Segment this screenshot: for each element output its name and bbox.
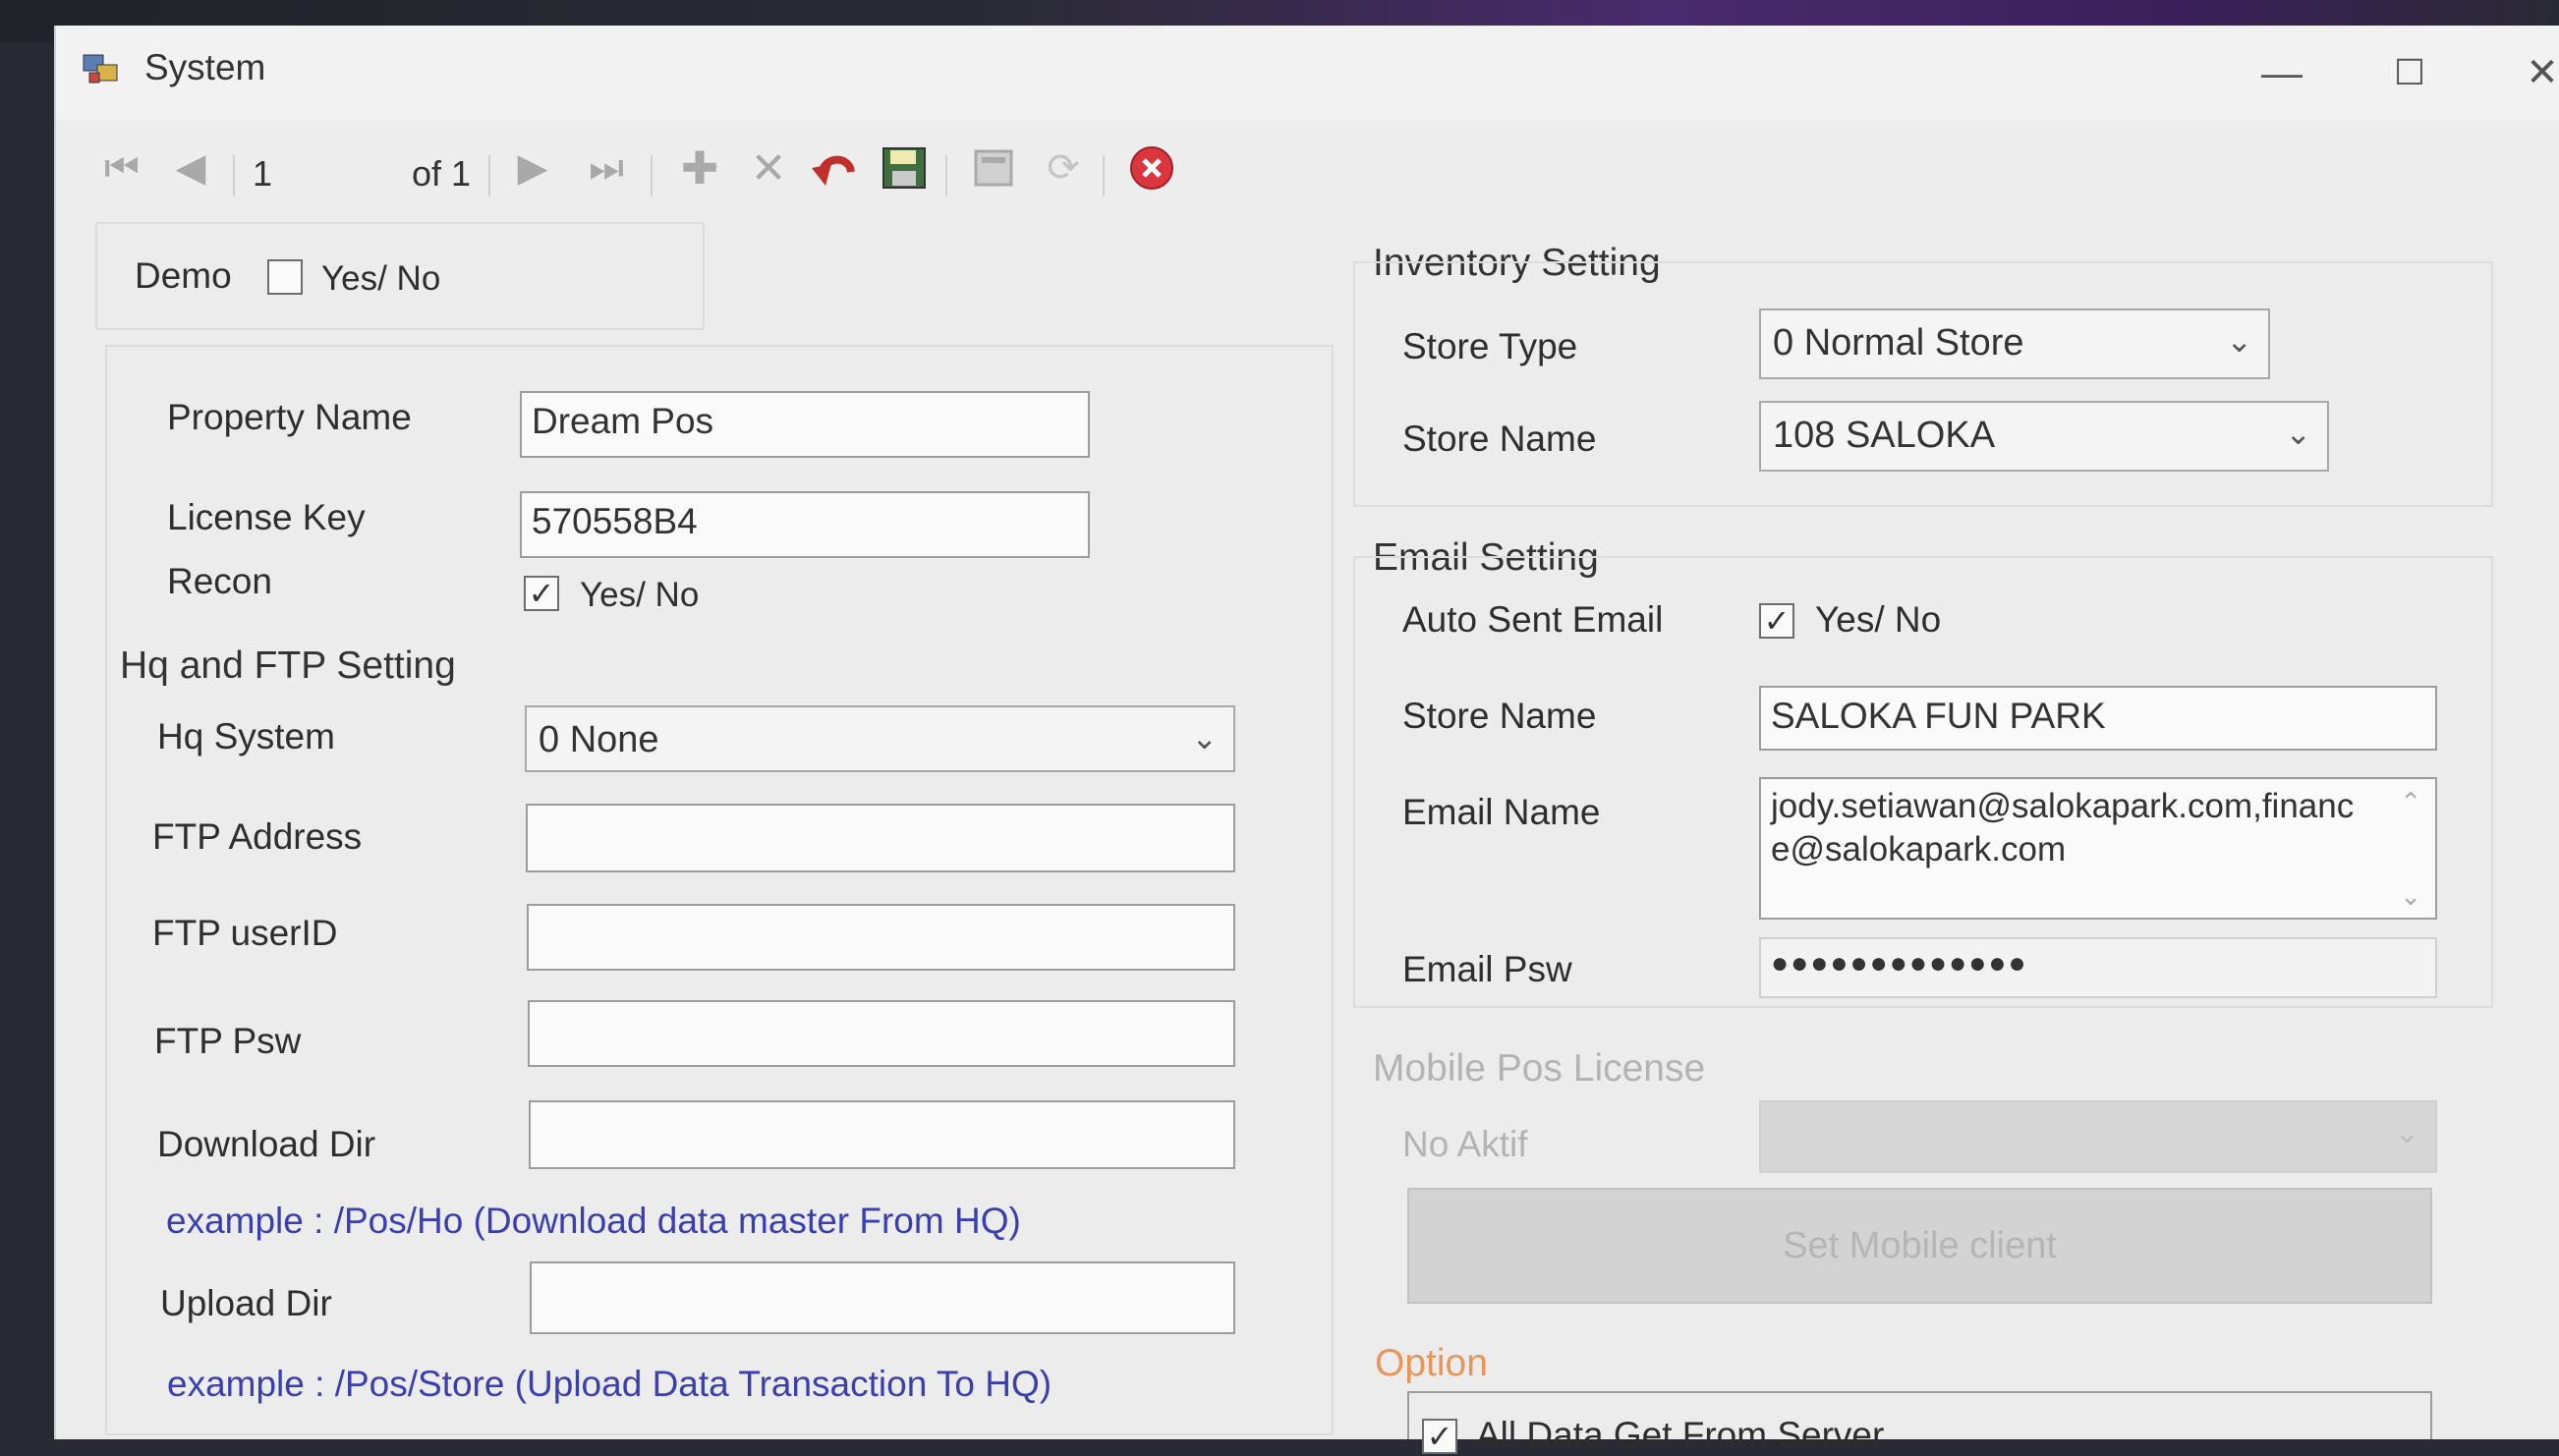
all-data-get-from-server-label: All Data Get From Server: [1476, 1415, 1885, 1455]
scroll-up-icon[interactable]: ⌃: [2400, 787, 2421, 817]
store-type-select[interactable]: 0 Normal Store ⌄: [1759, 308, 2270, 379]
demo-label: Demo: [135, 255, 232, 296]
property-name-label: Property Name: [167, 397, 412, 437]
email-store-name-input[interactable]: SALOKA FUN PARK: [1759, 686, 2437, 751]
upload-dir-label: Upload Dir: [160, 1283, 332, 1323]
hq-system-select[interactable]: 0 None ⌄: [525, 705, 1235, 772]
move-previous-icon[interactable]: ◀: [166, 143, 215, 193]
chevron-down-icon: ⌄: [2285, 416, 2311, 451]
upload-dir-example: example : /Pos/Store (Upload Data Transa…: [167, 1364, 1052, 1404]
email-psw-label: Email Psw: [1402, 949, 1572, 989]
ftp-address-label: FTP Address: [152, 816, 363, 857]
toolbar-separator: [945, 155, 947, 196]
scroll-down-icon[interactable]: ⌄: [2400, 881, 2421, 912]
chevron-down-icon: ⌄: [2394, 1117, 2419, 1149]
property-name-input[interactable]: Dream Pos: [520, 391, 1090, 458]
email-name-textarea[interactable]: jody.setiawan@salokapark.com,financ e@sa…: [1759, 777, 2437, 920]
demo-checkbox[interactable]: [267, 259, 303, 295]
maximize-button[interactable]: ☐: [2365, 43, 2454, 102]
mobile-section-title: Mobile Pos License: [1373, 1047, 1706, 1090]
mobile-status-label: No Aktif: [1402, 1124, 1528, 1164]
system-window: System — ☐ ✕ ⏮ ◀ 1 of 1 ▶ ⏭ ✚ ✕ ⟳ Demo Y…: [54, 26, 2559, 1455]
close-button[interactable]: ✕: [2498, 43, 2559, 102]
binding-navigator-toolbar: ⏮ ◀ 1 of 1 ▶ ⏭ ✚ ✕ ⟳: [56, 124, 2559, 212]
download-dir-label: Download Dir: [157, 1124, 376, 1164]
email-psw-input[interactable]: ●●●●●●●●●●●●●: [1759, 937, 2437, 998]
minimize-button[interactable]: —: [2238, 43, 2326, 102]
move-next-icon[interactable]: ▶: [508, 143, 557, 193]
inventory-store-name-value: 108 SALOKA: [1773, 415, 1996, 456]
demo-checkbox-label: Yes/ No: [321, 259, 441, 298]
hq-system-value: 0 None: [539, 719, 659, 760]
toolbar-separator: [488, 155, 490, 196]
license-key-input[interactable]: 570558B4: [520, 491, 1090, 558]
recon-label: Recon: [167, 561, 272, 601]
exit-stop-icon[interactable]: [1122, 143, 1181, 193]
hq-ftp-section-title: Hq and FTP Setting: [120, 644, 456, 687]
toolbar-separator: [1103, 155, 1105, 196]
download-dir-example: example : /Pos/Ho (Download data master …: [166, 1201, 1021, 1241]
option-section-title: Option: [1375, 1342, 1488, 1384]
move-last-icon[interactable]: ⏭: [577, 143, 636, 193]
add-new-icon[interactable]: ✚: [670, 142, 729, 194]
print-preview-icon[interactable]: [965, 143, 1024, 193]
email-store-name-label: Store Name: [1402, 696, 1597, 736]
email-name-line-2: e@salokapark.com: [1771, 830, 2067, 868]
window-title: System: [144, 47, 266, 87]
auto-sent-email-label: Auto Sent Email: [1402, 599, 1664, 640]
ftp-userid-input[interactable]: [527, 904, 1235, 971]
all-data-get-from-server-checkbox[interactable]: ✓: [1422, 1419, 1457, 1454]
ftp-psw-input[interactable]: [528, 1000, 1235, 1067]
store-type-label: Store Type: [1402, 326, 1578, 366]
upload-dir-input[interactable]: [530, 1261, 1235, 1334]
move-first-icon[interactable]: ⏮: [97, 143, 146, 193]
store-type-value: 0 Normal Store: [1773, 322, 2024, 364]
mobile-license-select[interactable]: ⌄: [1759, 1100, 2437, 1173]
chevron-down-icon: ⌄: [1191, 720, 1218, 756]
record-count-label: of 1: [412, 153, 472, 194]
delete-icon[interactable]: ✕: [739, 143, 798, 193]
toolbar-separator: [233, 155, 235, 196]
chevron-down-icon: ⌄: [2226, 323, 2252, 359]
download-dir-input[interactable]: [529, 1100, 1235, 1169]
recon-checkbox-label: Yes/ No: [580, 576, 700, 614]
auto-sent-email-checkbox[interactable]: ✓: [1759, 603, 1794, 639]
title-bar: System — ☐ ✕: [56, 26, 2559, 120]
set-mobile-client-button[interactable]: Set Mobile client: [1407, 1188, 2432, 1304]
app-icon: [83, 54, 118, 84]
license-key-label: License Key: [167, 497, 366, 537]
inventory-store-name-label: Store Name: [1402, 419, 1597, 459]
recon-checkbox[interactable]: ✓: [524, 576, 559, 611]
toolbar-separator: [651, 155, 653, 196]
ftp-userid-label: FTP userID: [152, 913, 338, 953]
ftp-psw-label: FTP Psw: [154, 1021, 302, 1061]
undo-icon[interactable]: [805, 143, 864, 193]
hq-system-label: Hq System: [157, 716, 335, 756]
save-icon[interactable]: [875, 143, 934, 193]
inventory-store-name-select[interactable]: 108 SALOKA ⌄: [1759, 401, 2329, 472]
auto-sent-email-checkbox-label: Yes/ No: [1815, 599, 1942, 640]
position-input[interactable]: 1: [253, 153, 272, 195]
ftp-address-input[interactable]: [526, 804, 1235, 872]
email-name-label: Email Name: [1402, 792, 1601, 832]
refresh-icon[interactable]: ⟳: [1034, 143, 1093, 193]
email-name-line-1: jody.setiawan@salokapark.com,financ: [1771, 787, 2355, 825]
